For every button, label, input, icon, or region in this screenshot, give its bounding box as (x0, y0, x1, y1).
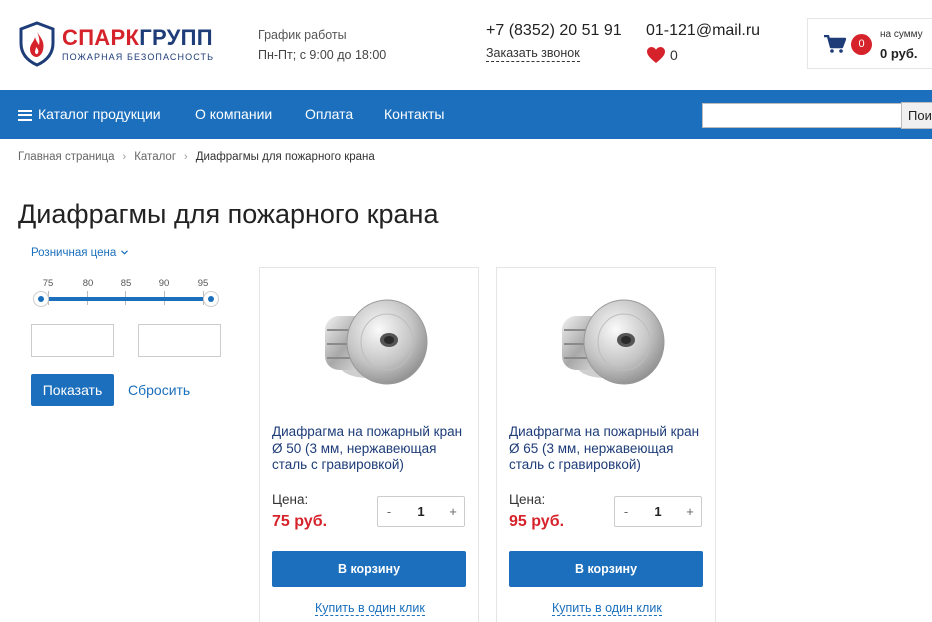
product-image[interactable] (305, 278, 435, 403)
product-image[interactable] (542, 278, 672, 403)
reset-link[interactable]: Сбросить (128, 374, 190, 406)
cart-sum-value: 0 руб. (880, 46, 918, 61)
tick-label: 80 (82, 278, 94, 289)
slider-handle-max[interactable] (203, 291, 219, 307)
page-title: Диафрагмы для пожарного крана (18, 199, 439, 229)
breadcrumb-home[interactable]: Главная страница (18, 151, 115, 163)
cart-sum-label: на сумму (880, 29, 923, 40)
qty-plus-button[interactable]: + (679, 504, 701, 519)
menu-icon (18, 107, 32, 123)
phone-number[interactable]: +7 (8352) 20 51 91 (486, 22, 622, 40)
work-schedule: График работы Пн-Пт; с 9:00 до 18:00 (258, 25, 386, 65)
tick-label: 75 (42, 278, 54, 289)
breadcrumb-catalog[interactable]: Каталог (134, 151, 176, 163)
price-label: Цена: (509, 492, 546, 507)
favorites-link[interactable]: 0 (646, 46, 760, 64)
logo-tagline: ПОЖАРНАЯ БЕЗОПАСНОСТЬ (62, 51, 215, 62)
schedule-title: График работы (258, 28, 347, 42)
cart-icon (824, 35, 846, 53)
main-nav: Каталог продукции О компании Оплата Конт… (0, 90, 932, 139)
price-max-input[interactable] (138, 324, 221, 357)
quantity-stepper: - 1 + (614, 496, 702, 527)
add-to-cart-button[interactable]: В корзину (272, 551, 466, 587)
header-cart[interactable]: 0 на сумму 0 руб. (807, 18, 932, 69)
shield-flame-icon (19, 21, 55, 67)
qty-input[interactable]: 1 (637, 504, 679, 519)
qty-plus-button[interactable]: + (442, 504, 464, 519)
site-header: СПАРКГРУПП ПОЖАРНАЯ БЕЗОПАСНОСТЬ График … (0, 0, 932, 90)
one-click-buy-link[interactable]: Купить в один клик (315, 601, 425, 616)
product-price: 75 руб. (272, 513, 328, 530)
heart-icon (647, 47, 665, 63)
chevron-right-icon: › (122, 151, 127, 163)
contact-mail-block: 01-121@mail.ru 0 (646, 22, 760, 64)
nav-payment[interactable]: Оплата (305, 90, 353, 139)
nav-catalog-label: Каталог продукции (38, 106, 161, 122)
contact-phone-block: +7 (8352) 20 51 91 Заказать звонок (486, 22, 622, 62)
logo[interactable]: СПАРКГРУПП ПОЖАРНАЯ БЕЗОПАСНОСТЬ (18, 19, 238, 69)
tick-label: 85 (120, 278, 132, 289)
search-button[interactable]: Поиск (901, 102, 932, 129)
price-label: Цена: (272, 492, 309, 507)
add-to-cart-button[interactable]: В корзину (509, 551, 703, 587)
product-price: 95 руб. (509, 513, 565, 530)
qty-minus-button[interactable]: - (615, 504, 637, 519)
slider-handle-min[interactable] (33, 291, 49, 307)
favorites-count: 0 (670, 47, 678, 63)
price-filter-label: Розничная цена (31, 247, 117, 259)
price-min-input[interactable] (31, 324, 114, 357)
search-input[interactable] (702, 103, 902, 128)
quantity-stepper: - 1 + (377, 496, 465, 527)
nav-catalog[interactable]: Каталог продукции (18, 90, 161, 139)
chevron-right-icon: › (184, 151, 188, 163)
price-range-slider[interactable]: 75 80 85 90 95 (31, 278, 221, 312)
breadcrumb-current: Диафрагмы для пожарного крана (195, 151, 375, 163)
nav-contacts[interactable]: Контакты (384, 90, 444, 139)
schedule-hours: Пн-Пт; с 9:00 до 18:00 (258, 48, 387, 62)
breadcrumb: Главная страница › Каталог › Диафрагмы д… (18, 151, 375, 163)
qty-minus-button[interactable]: - (378, 504, 400, 519)
callback-link[interactable]: Заказать звонок (486, 46, 580, 62)
qty-input[interactable]: 1 (400, 504, 442, 519)
product-card: Диафрагма на пожарный кран Ø 50 (3 мм, н… (259, 267, 479, 622)
product-card: Диафрагма на пожарный кран Ø 65 (3 мм, н… (496, 267, 716, 622)
one-click-buy-link[interactable]: Купить в один клик (552, 601, 662, 616)
logo-name: СПАРКГРУПП (62, 24, 213, 50)
chevron-down-icon (121, 250, 129, 256)
show-button[interactable]: Показать (31, 374, 114, 406)
product-title[interactable]: Диафрагма на пожарный кран Ø 50 (3 мм, н… (272, 424, 468, 474)
slider-track (41, 297, 211, 301)
price-filter-toggle[interactable]: Розничная цена (31, 247, 129, 259)
tick-label: 90 (158, 278, 170, 289)
email-link[interactable]: 01-121@mail.ru (646, 22, 760, 40)
tick-label: 95 (197, 278, 209, 289)
cart-count-badge: 0 (851, 34, 872, 55)
nav-about[interactable]: О компании (195, 90, 272, 139)
product-title[interactable]: Диафрагма на пожарный кран Ø 65 (3 мм, н… (509, 424, 705, 474)
